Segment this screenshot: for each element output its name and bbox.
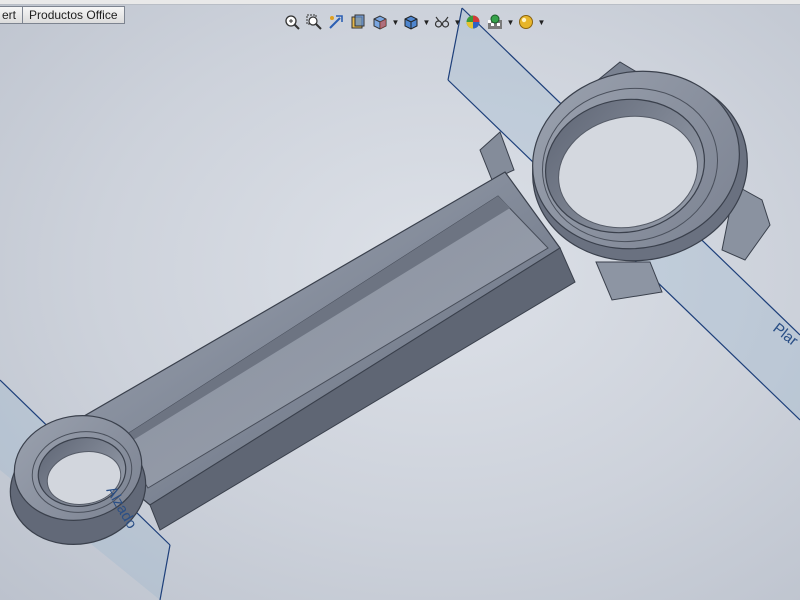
apply-scene-dropdown[interactable]: ▼	[507, 12, 515, 32]
view-settings-icon	[519, 15, 533, 29]
hide-show-items-button[interactable]	[432, 12, 452, 32]
part-scene[interactable]: Plar Alzado	[0, 0, 800, 600]
apply-scene-button[interactable]	[485, 12, 505, 32]
command-manager-tabs: ert Productos Office	[0, 6, 125, 24]
heads-up-view-toolbar: ▼ ▼ ▼ ▼ ▼	[282, 10, 545, 34]
zoom-to-fit-icon	[285, 15, 300, 30]
zoom-to-area-button[interactable]	[304, 12, 324, 32]
view-settings-dropdown[interactable]: ▼	[538, 12, 546, 32]
view-orientation-dropdown[interactable]: ▼	[392, 12, 400, 32]
connecting-rod-part[interactable]	[1, 52, 771, 555]
hide-show-items-dropdown[interactable]: ▼	[454, 12, 462, 32]
zoom-to-fit-button[interactable]	[282, 12, 302, 32]
apply-scene-icon	[488, 14, 502, 29]
view-orientation-icon	[373, 15, 387, 30]
graphics-viewport[interactable]: Plar Alzado ert Productos Office ▼ ▼ ▼ ▼…	[0, 0, 800, 600]
view-settings-button[interactable]	[516, 12, 536, 32]
edit-appearance-icon	[466, 15, 480, 29]
section-view-icon	[351, 14, 365, 29]
section-view-button[interactable]	[348, 12, 368, 32]
display-style-icon	[404, 15, 418, 30]
hide-show-items-icon	[434, 16, 450, 28]
display-style-dropdown[interactable]: ▼	[423, 12, 431, 32]
window-top-strip	[0, 0, 800, 5]
display-style-button[interactable]	[401, 12, 421, 32]
edit-appearance-button[interactable]	[463, 12, 483, 32]
previous-view-icon	[329, 15, 343, 29]
tab-insert[interactable]: ert	[0, 6, 24, 24]
zoom-to-area-icon	[306, 14, 322, 30]
view-orientation-button[interactable]	[370, 12, 390, 32]
tab-office-products[interactable]: Productos Office	[23, 6, 125, 24]
previous-view-button[interactable]	[326, 12, 346, 32]
